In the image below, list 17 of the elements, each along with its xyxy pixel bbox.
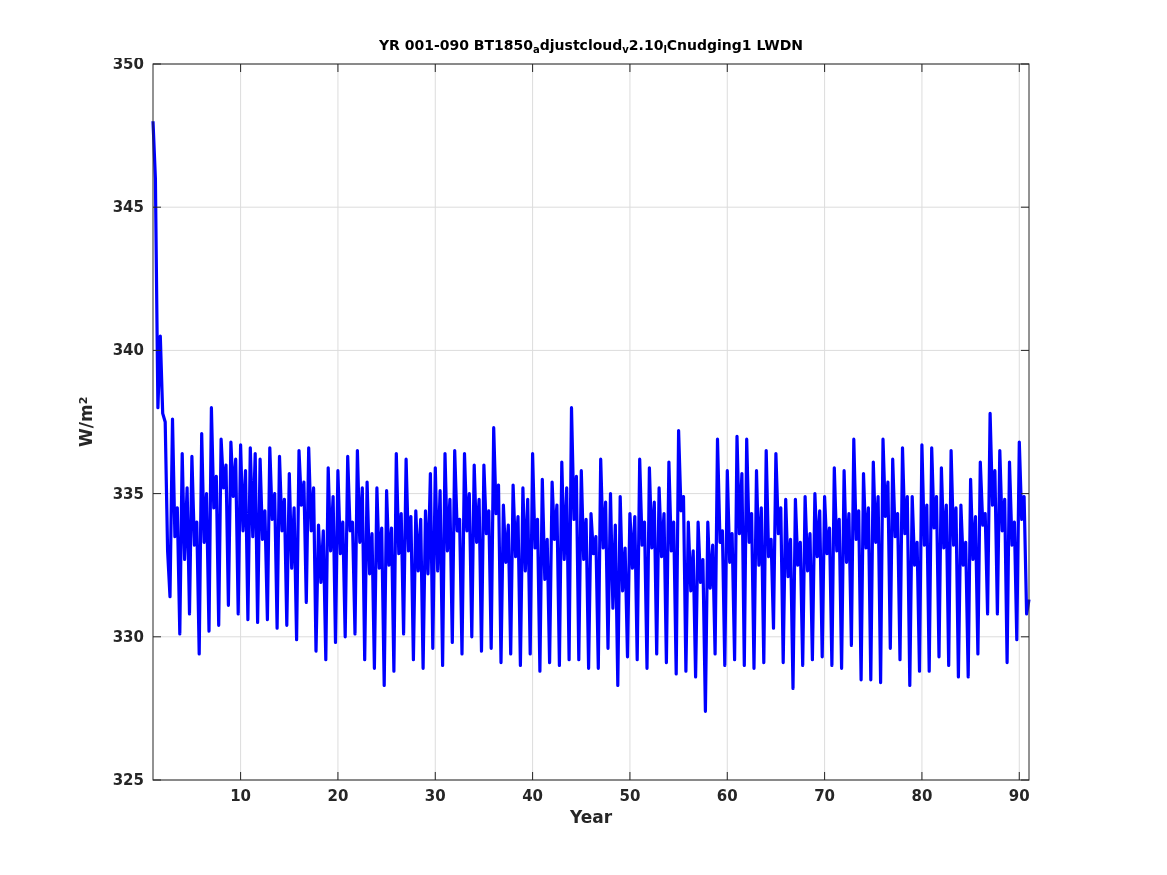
x-tick-label: 10 [230, 787, 252, 805]
y-tick-label: 335 [112, 484, 144, 503]
x-tick-label: 70 [814, 787, 836, 805]
y-tick-label: 345 [112, 198, 144, 217]
x-tick-label: 50 [619, 787, 641, 805]
x-tick-label: 90 [1008, 787, 1030, 805]
x-tick-label: 30 [424, 787, 446, 805]
chart-title: YR 001-090 BT1850$_{a}$djustcloud$_{v}$2.10$_{l}$Cnudging1 LWDN [377, 36, 805, 57]
x-axis-label: Year [569, 807, 613, 827]
x-tick-label: 60 [716, 787, 738, 805]
y-tick-label: 350 [112, 58, 144, 73]
x-tick-label: 40 [522, 787, 544, 805]
x-tick-label: 20 [327, 787, 349, 805]
y-tick-label: 340 [112, 341, 144, 360]
y-tick-label: 330 [112, 627, 144, 646]
x-tick-label: 80 [911, 787, 933, 805]
y-tick-label: 325 [112, 771, 144, 789]
